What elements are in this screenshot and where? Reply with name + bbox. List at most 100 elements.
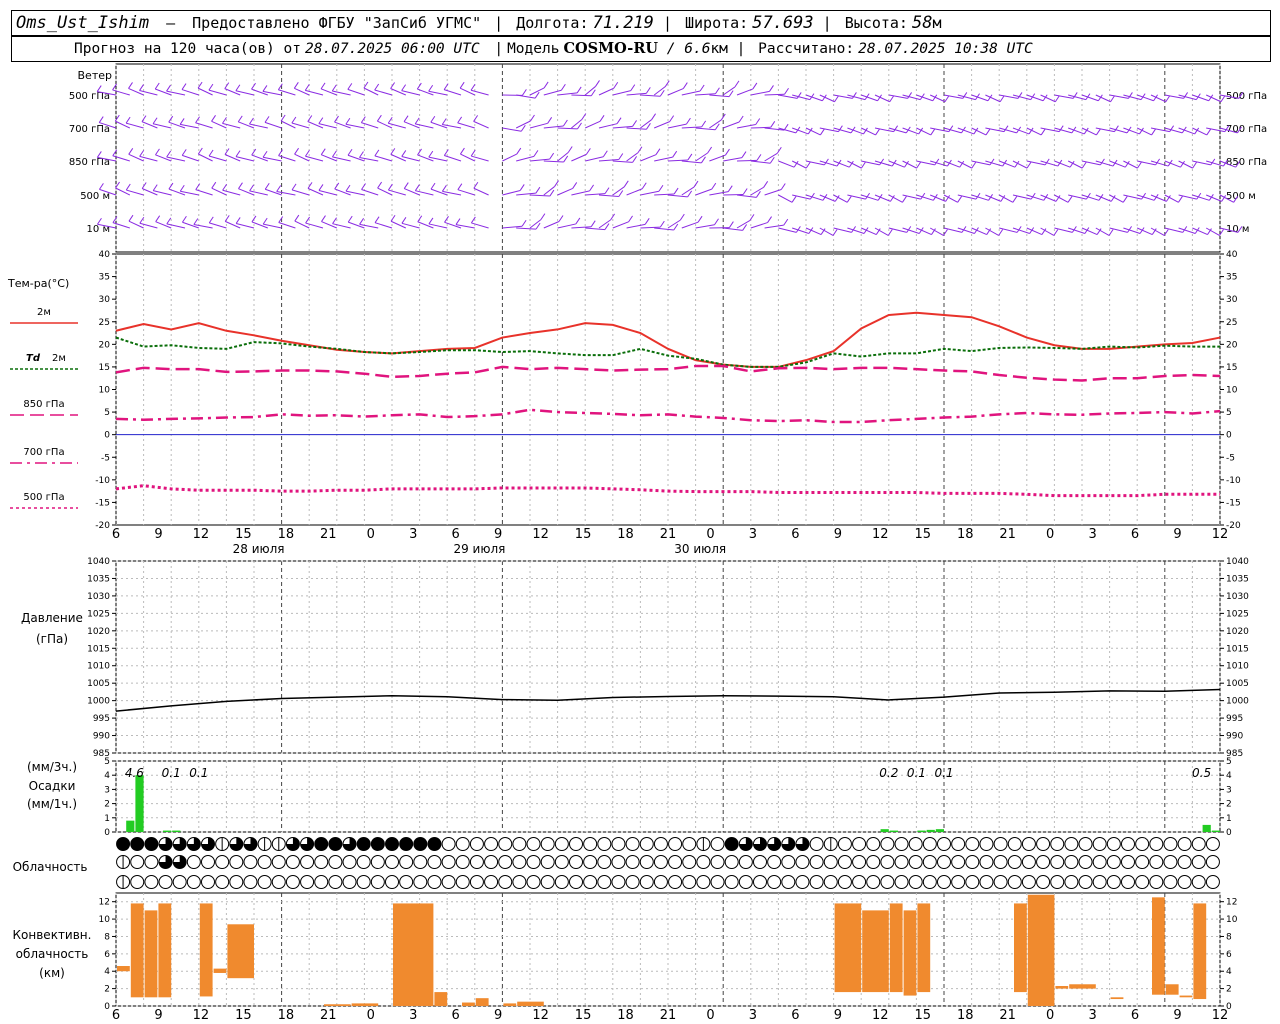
wind-barb: [529, 122, 548, 129]
cloud-symbol: [469, 875, 484, 889]
cloud-symbol: [569, 855, 583, 869]
wind-barb-feather: [278, 216, 284, 223]
cloud-symbol: [512, 837, 527, 851]
conv-bar: [1193, 903, 1207, 1000]
wind-barb: [209, 222, 227, 229]
cloud-symbol: [639, 855, 654, 869]
cloud-symbol: [625, 875, 640, 889]
bottom-hour-tick-label: 12: [872, 1008, 889, 1023]
wind-barb-feather: [98, 116, 104, 123]
cloud-symbol: [356, 855, 371, 869]
cloud-symbol: [653, 875, 668, 889]
cloud-symbol: [597, 855, 612, 869]
cloud-symbol: [300, 855, 315, 869]
wind-barb-feather: [520, 124, 526, 132]
cloud-symbol: [837, 837, 852, 851]
conv-bar: [889, 903, 903, 993]
wind-barb-feather: [139, 150, 145, 157]
cloud-symbol: [1205, 837, 1220, 851]
wind-barb: [654, 227, 674, 231]
wind-barb-feather: [741, 151, 747, 158]
wind-barb-feather: [618, 153, 624, 160]
wind-barb-feather: [755, 118, 761, 125]
wind-barb-feather: [179, 184, 185, 192]
wind-barb-feather: [376, 114, 382, 122]
cloud-symbol: [993, 837, 1008, 851]
wind-barb: [736, 219, 751, 229]
hour-tick-label: 0: [367, 527, 375, 542]
wind-barb: [307, 187, 324, 196]
y-tick-label-left: 0: [104, 431, 110, 441]
wind-barb: [390, 153, 407, 162]
cloud-symbol: [498, 855, 513, 869]
y-tick-label-right: 1040: [1226, 557, 1249, 567]
precip-axis-label-3h: (мм/3ч.): [27, 760, 77, 774]
wind-barb: [403, 121, 420, 129]
wind-level-label-right: 500 гПа: [1226, 91, 1267, 102]
y-tick-label-left: 40: [99, 250, 111, 260]
bottom-hour-tick-label: 6: [791, 1008, 799, 1023]
y-tick-label-left: 1035: [87, 574, 110, 584]
cloud-symbol: [710, 875, 725, 889]
bottom-hour-tick-label: 12: [193, 1008, 210, 1023]
wind-barb: [224, 154, 241, 162]
wind-barb: [457, 122, 475, 129]
wind-barb: [709, 94, 730, 98]
cloud-symbol: [1021, 855, 1036, 869]
wind-barb: [695, 188, 712, 196]
wind-barb-feather: [318, 117, 324, 124]
wind-barb-feather: [359, 151, 364, 158]
cloud-symbol: [837, 855, 852, 869]
wind-barb: [390, 88, 406, 96]
cloud-symbol: [1021, 837, 1036, 851]
wind-barb-feather: [519, 184, 525, 191]
cloud-symbol: [1191, 855, 1206, 869]
wind-barb: [626, 127, 647, 130]
y-tick-label-left: 1: [104, 814, 110, 824]
cloud-symbol: [356, 837, 371, 851]
wind-barb-feather: [1026, 161, 1032, 169]
wind-barb-feather: [430, 182, 436, 190]
wind-barb: [971, 94, 989, 102]
cloud-symbol: [370, 837, 385, 851]
cloud-symbol: [979, 875, 994, 889]
wind-barb-feather: [989, 158, 995, 166]
hour-tick-label: 12: [193, 527, 210, 542]
cloud-symbol: [894, 875, 909, 889]
cloud-symbol: [1121, 855, 1135, 869]
cloud-symbol: [583, 837, 598, 851]
bottom-hour-tick-label: 15: [235, 1008, 252, 1023]
wind-barb-feather: [224, 215, 230, 222]
legend-label: 2м: [52, 353, 66, 364]
cloud-symbol: [130, 837, 145, 851]
precip-bar: [163, 830, 172, 832]
date-label: 30 июля: [674, 542, 726, 556]
hour-tick-label: 6: [791, 527, 799, 542]
conv-bar: [1069, 984, 1096, 989]
wind-barb-feather: [547, 117, 553, 124]
y-tick-label-right: 1000: [1226, 697, 1249, 707]
cloud-symbol: [370, 855, 385, 869]
cloud-symbol: [682, 855, 697, 869]
wind-barb: [529, 87, 545, 96]
wind-barb-feather: [359, 218, 365, 225]
cloud-symbol: [583, 855, 598, 869]
wind-barb-feather: [770, 121, 776, 128]
cloud-symbol: [951, 837, 966, 851]
cloud-symbol: [342, 855, 357, 869]
cloud-symbol: [611, 855, 626, 869]
wind-barb-feather: [222, 117, 227, 124]
cloud-symbol: [186, 875, 201, 889]
conv-bar: [1152, 897, 1165, 995]
cloud-symbol: [852, 875, 867, 889]
wind-barb-feather: [99, 183, 104, 190]
conv-bar: [213, 968, 227, 973]
hour-tick-label: 21: [320, 527, 337, 542]
wind-barb-feather: [944, 95, 950, 103]
y-tick-label-left: 2: [104, 985, 110, 995]
cloud-symbol: [172, 875, 187, 889]
wind-barb-feather: [181, 149, 187, 156]
wind-barb-feather: [664, 80, 670, 87]
wind-barb-feather: [1122, 196, 1128, 203]
y-tick-label-right: 20: [1226, 340, 1238, 350]
